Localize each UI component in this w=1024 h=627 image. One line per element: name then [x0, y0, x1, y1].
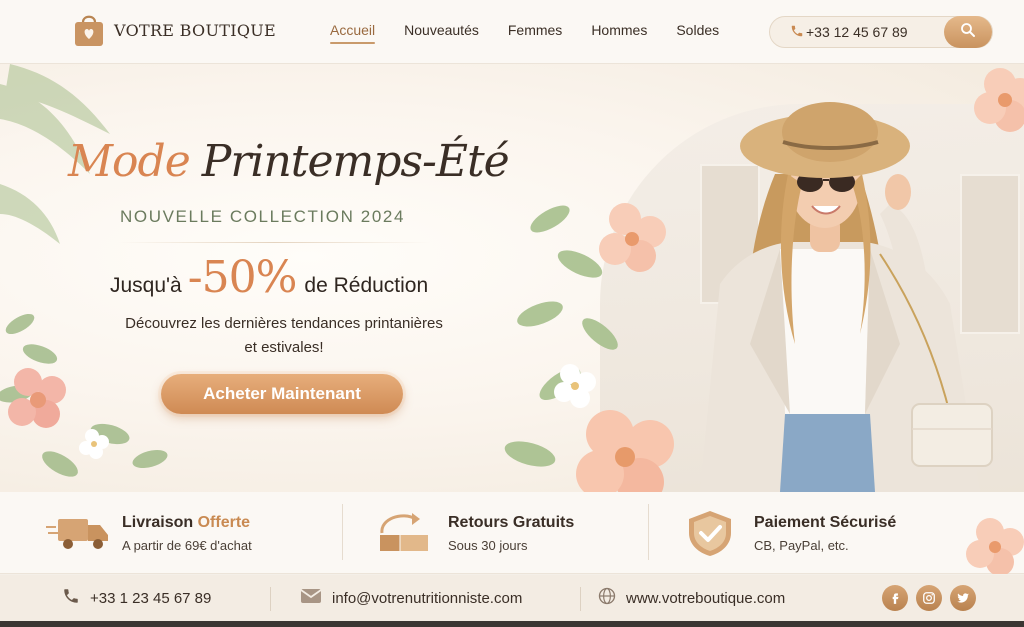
pink-flower-icon [974, 68, 1024, 132]
header-phone[interactable]: +33 12 45 67 89 [790, 24, 908, 41]
discount-line: Jusqu'à -50% de Réduction [110, 252, 428, 303]
footer-divider [270, 587, 271, 611]
hero-title-main: Printemps-Été [201, 136, 510, 187]
feature-subtitle: Sous 30 jours [448, 537, 528, 553]
pink-flower-icon [966, 518, 1024, 574]
nav-item-femmes[interactable]: Femmes [508, 22, 562, 44]
pink-flower-icon [599, 203, 666, 272]
feature-free-delivery: Livraison Offerte A partir de 69€ d'acha… [46, 492, 252, 574]
hero-description: Découvrez les dernières tendances printa… [95, 312, 473, 360]
phone-icon [790, 24, 806, 41]
feature-secure-payment: Paiement Sécurisé CB, PayPal, etc. [678, 492, 896, 574]
feature-divider [648, 504, 649, 560]
twitter-icon[interactable] [950, 585, 976, 611]
header-phone-number: +33 12 45 67 89 [806, 24, 908, 40]
hero-description-line1: Découvrez les dernières tendances printa… [125, 315, 443, 332]
nav-item-soldes[interactable]: Soldes [676, 22, 719, 44]
footer-phone[interactable]: +33 1 23 45 67 89 [62, 575, 211, 621]
white-flower-icon [554, 364, 596, 408]
instagram-icon[interactable] [916, 585, 942, 611]
feature-title: Livraison Offerte [122, 513, 251, 531]
delivery-truck-icon [46, 509, 110, 557]
hero-title: Mode Printemps-Été [68, 136, 510, 187]
discount-value: -50% [187, 252, 298, 303]
globe-icon [598, 587, 626, 609]
shield-check-icon [678, 509, 742, 557]
hero-banner: Mode Printemps-Été NOUVELLE COLLECTION 2… [0, 64, 1024, 492]
feature-free-returns: Retours Gratuits Sous 30 jours [372, 492, 574, 574]
features-bar: Livraison Offerte A partir de 69€ d'acha… [0, 492, 1024, 574]
main-nav: Accueil Nouveautés Femmes Hommes Soldes [330, 22, 748, 44]
nav-item-nouveautes[interactable]: Nouveautés [404, 22, 479, 44]
footer-email[interactable]: info@votrenutritionniste.com [300, 575, 522, 621]
hero-divider [118, 242, 430, 243]
footer-divider [580, 587, 581, 611]
header-phone-search: +33 12 45 67 89 [769, 16, 993, 48]
hero-title-accent: Mode [68, 136, 191, 187]
bottom-edge [0, 621, 1024, 627]
return-box-icon [372, 509, 436, 557]
brand-name: VOTRE BOUTIQUE [114, 20, 277, 40]
footer-email-address: info@votrenutritionniste.com [332, 589, 523, 607]
site-header: VOTRE BOUTIQUE Accueil Nouveautés Femmes… [0, 0, 1024, 64]
center-floral-decoration [504, 203, 674, 492]
nav-item-accueil[interactable]: Accueil [330, 22, 376, 44]
feature-subtitle: A partir de 69€ d'achat [122, 537, 252, 553]
feature-title: Retours Gratuits [448, 513, 575, 531]
mail-icon [300, 588, 332, 608]
discount-suffix: de Réduction [304, 274, 429, 297]
pink-flower-icon [576, 410, 674, 492]
shop-now-button[interactable]: Acheter Maintenant [161, 374, 403, 414]
brand-logo[interactable]: VOTRE BOUTIQUE [72, 12, 276, 48]
nav-item-hommes[interactable]: Hommes [591, 22, 647, 44]
footer-website[interactable]: www.votreboutique.com [598, 575, 785, 621]
shopping-bag-icon [72, 12, 106, 48]
facebook-icon[interactable] [882, 585, 908, 611]
feature-subtitle: CB, PayPal, etc. [754, 537, 849, 553]
footer-website-url: www.votreboutique.com [626, 589, 786, 607]
footer-phone-number: +33 1 23 45 67 89 [90, 589, 212, 607]
contact-footer: +33 1 23 45 67 89 info@votrenutritionnis… [0, 575, 1024, 627]
hero-subtitle: NOUVELLE COLLECTION 2024 [120, 207, 405, 226]
discount-prefix: Jusqu'à [110, 274, 182, 297]
feature-divider [342, 504, 343, 560]
feature-title: Paiement Sécurisé [754, 513, 897, 531]
model-photo [700, 102, 993, 492]
phone-icon [62, 587, 90, 609]
search-button[interactable] [944, 16, 992, 48]
search-icon [959, 21, 977, 44]
hero-description-line2: et estivales! [244, 339, 324, 356]
